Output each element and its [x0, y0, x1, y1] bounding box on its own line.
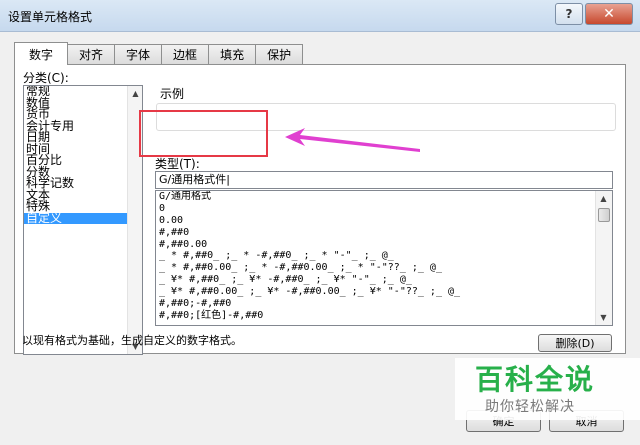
delete-button[interactable]: 删除(D): [538, 334, 612, 352]
type-input[interactable]: G/通用格式件|: [155, 171, 613, 189]
format-item[interactable]: _ ¥* #,##0.00_ ;_ ¥* -#,##0.00_ ;_ ¥* "-…: [156, 286, 612, 298]
format-item[interactable]: #,##0: [156, 227, 612, 239]
format-item[interactable]: #,##0.00: [156, 239, 612, 251]
scrollbar-thumb[interactable]: [598, 208, 610, 222]
category-list[interactable]: 常规 数值 货币 会计专用 日期 时间 百分比 分数 科学记数 文本 特殊 自定…: [23, 85, 143, 355]
sample-label: 示例: [160, 87, 185, 101]
watermark-logo: 百科全说: [475, 363, 596, 396]
tab-alignment[interactable]: 对齐: [67, 44, 116, 64]
format-item[interactable]: 0.00: [156, 215, 612, 227]
scroll-down-icon[interactable]: ▼: [596, 310, 611, 325]
format-scrollbar[interactable]: ▲ ▼: [595, 191, 612, 325]
format-code-list[interactable]: G/通用格式 0 0.00 #,##0 #,##0.00 _ * #,##0_ …: [155, 190, 613, 326]
format-item[interactable]: 0: [156, 203, 612, 215]
watermark: 百科全说 助你轻松解决: [455, 358, 640, 420]
tab-bar: 数字 对齐 字体 边框 填充 保护: [14, 42, 304, 65]
close-button[interactable]: ✕: [585, 3, 633, 25]
format-item[interactable]: #,##0;-#,##0: [156, 298, 612, 310]
tab-font[interactable]: 字体: [114, 44, 163, 64]
format-item[interactable]: _ ¥* #,##0_ ;_ ¥* -#,##0_ ;_ ¥* "-"_ ;_ …: [156, 274, 612, 286]
category-item-custom[interactable]: 自定义: [24, 212, 142, 224]
help-button[interactable]: ?: [555, 3, 583, 25]
scroll-up-icon[interactable]: ▲: [128, 86, 142, 101]
format-description: 以现有格式为基础，生成自定义的数字格式。: [22, 334, 242, 347]
format-item[interactable]: _ * #,##0_ ;_ * -#,##0_ ;_ * "-"_ ;_ @_: [156, 250, 612, 262]
tab-number[interactable]: 数字: [14, 42, 69, 65]
tab-fill[interactable]: 填充: [208, 44, 257, 64]
category-label: 分类(C):: [23, 71, 69, 85]
title-bar: 设置单元格格式 ? ✕: [0, 0, 640, 32]
annotation-highlight-box: [139, 110, 268, 157]
scroll-up-icon[interactable]: ▲: [596, 191, 611, 206]
format-item[interactable]: G/通用格式: [156, 191, 612, 203]
window-title: 设置单元格格式: [8, 10, 93, 24]
type-label: 类型(T):: [155, 157, 200, 171]
tab-border[interactable]: 边框: [161, 44, 210, 64]
number-panel: 分类(C): 常规 数值 货币 会计专用 日期 时间 百分比 分数 科学记数 文…: [14, 64, 626, 355]
tab-protection[interactable]: 保护: [255, 44, 304, 64]
watermark-tagline: 助你轻松解决: [485, 399, 575, 415]
format-item[interactable]: #,##0;[红色]-#,##0: [156, 310, 612, 322]
format-item[interactable]: _ * #,##0.00_ ;_ * -#,##0.00_ ;_ * "-"??…: [156, 262, 612, 274]
